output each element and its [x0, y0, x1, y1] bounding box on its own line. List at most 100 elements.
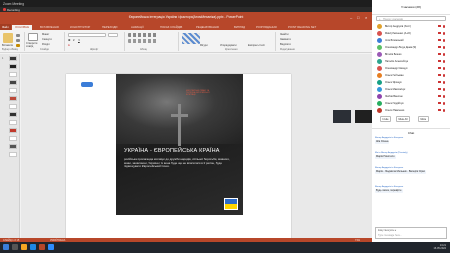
slide[interactable]: ЄВРОПЕЙСЬКЕ ПРАВО ТА ПОЛІТИКА ЄВРОПЕЙСЬК…: [66, 74, 291, 242]
mic-muted-icon: [443, 31, 445, 35]
clock[interactable]: 14:21 16.05.2022: [433, 244, 446, 250]
italic-button[interactable]: К: [73, 39, 75, 42]
camera-off-icon: [438, 32, 441, 35]
paste-icon[interactable]: [3, 33, 13, 43]
minimize-icon[interactable]: –: [350, 15, 352, 20]
underline-button[interactable]: Ч: [78, 39, 80, 42]
new-slide-button[interactable]: Створити слайд: [26, 42, 40, 49]
tab-slideshow[interactable]: ПОКАЗ СЛАЙДІВ: [160, 25, 182, 29]
font-color-button[interactable]: A: [68, 44, 70, 47]
ribbon: Вставити Створити слайд Макет Скинути Ро…: [0, 30, 372, 53]
slide-thumbnail[interactable]: [9, 152, 17, 157]
participant-row[interactable]: Ольга Гейтьман: [377, 72, 447, 79]
layout-button[interactable]: Макет: [42, 33, 49, 36]
paste-button[interactable]: Вставити: [2, 44, 13, 47]
cut-icon[interactable]: [16, 34, 20, 37]
slide-thumbnail[interactable]: [9, 96, 17, 101]
replace-button[interactable]: Замінити: [280, 38, 291, 41]
search-icon[interactable]: [12, 244, 18, 250]
chat-placeholder: Type message here...: [378, 234, 403, 237]
quick-styles-button[interactable]: Експрес-стилі: [248, 44, 265, 47]
select-button[interactable]: Виділити: [280, 43, 291, 46]
slide-title[interactable]: УКРАЇНА - ЄВРОПЕЙСЬКА КРАЇНА: [124, 148, 239, 154]
slide-thumbnail[interactable]: [9, 112, 17, 117]
tab-design[interactable]: КОНСТРУКТОР: [70, 25, 90, 29]
tab-transitions[interactable]: ПЕРЕХОДИ: [102, 25, 117, 29]
file-explorer-icon[interactable]: [21, 244, 27, 250]
search-input[interactable]: ⌕ Пошук учасників: [376, 16, 446, 21]
section-button[interactable]: Розділ: [42, 43, 50, 46]
tab-point-reading[interactable]: POINT READING SET: [288, 25, 316, 29]
tab-review-2[interactable]: РОЗГЛЯДАННЯ: [256, 25, 277, 29]
cross-shape: [171, 114, 188, 117]
tab-review[interactable]: РЕЦЕНЗУВАННЯ: [196, 25, 219, 29]
find-button[interactable]: Знайти: [280, 33, 289, 36]
shapes-button[interactable]: Фігури: [200, 44, 208, 47]
participant-row[interactable]: Наталія Алексейчук: [377, 58, 447, 65]
chat-text: Марія Покотило: [375, 154, 396, 159]
slide-body[interactable]: російська пропаганда мотивує до дружби н…: [124, 157, 236, 169]
participant-row[interactable]: Любов Ваштюк: [377, 93, 447, 100]
slide-thumbnail[interactable]: [9, 64, 17, 69]
participant-row[interactable]: Matvij Левченко (A-22): [377, 30, 447, 37]
participant-row[interactable]: Ольга Максимчук: [377, 86, 447, 93]
participant-row[interactable]: Ольга Ярощук: [377, 79, 447, 86]
chat-recipient-select[interactable]: Кому: Everyone ▾: [378, 229, 396, 232]
slide-thumbnail[interactable]: [9, 72, 17, 77]
avatar: [377, 87, 382, 92]
participant-row[interactable]: Віктор Андрухів (Хост): [377, 23, 447, 30]
slide-thumbnail[interactable]: [9, 88, 17, 93]
video-thumbnail[interactable]: [333, 110, 351, 123]
align-icons[interactable]: [128, 39, 158, 43]
zoom-icon[interactable]: [48, 244, 54, 250]
slide-thumbnail[interactable]: [9, 56, 17, 61]
slide-thumbnail[interactable]: [9, 80, 17, 85]
bold-button[interactable]: Ж: [68, 39, 70, 42]
participant-row[interactable]: Олександр Свищук: [377, 65, 447, 72]
arrange-button[interactable]: Упорядкувати: [220, 44, 237, 47]
avatar: [377, 38, 382, 43]
slide-thumbnail[interactable]: [9, 136, 17, 141]
browser-icon[interactable]: [30, 244, 36, 250]
close-icon[interactable]: ×: [365, 15, 367, 20]
font-name-select[interactable]: [68, 33, 106, 37]
participant-row[interactable]: Олеся Павленко: [377, 107, 447, 114]
camera-off-icon: [438, 81, 441, 84]
camera-off-icon: [438, 39, 441, 42]
group-drawing: Креслення: [225, 48, 238, 51]
new-slide-icon[interactable]: [28, 33, 38, 41]
font-size-select[interactable]: [108, 33, 118, 37]
tab-insert[interactable]: ВСТАВЛЕННЯ: [40, 25, 59, 29]
slide-thumbnail[interactable]: [9, 104, 17, 109]
start-icon[interactable]: [3, 244, 9, 250]
slide-thumbnail[interactable]: [9, 120, 17, 125]
more-button[interactable]: More: [418, 116, 429, 122]
chat-text: Alla Олена: [375, 139, 390, 144]
chat-title: Chat: [407, 130, 415, 135]
maximize-icon[interactable]: □: [357, 15, 359, 20]
format-painter-icon[interactable]: [16, 44, 20, 47]
slide-thumbnail[interactable]: [9, 128, 17, 133]
copy-icon[interactable]: [16, 39, 20, 42]
powerpoint-icon[interactable]: [39, 244, 45, 250]
mute-all-button[interactable]: Mute All: [396, 116, 410, 122]
reset-button[interactable]: Скинути: [42, 38, 52, 41]
avatar: [377, 108, 382, 113]
slide-thumbnail[interactable]: [9, 144, 17, 149]
camera-off-icon: [438, 25, 441, 28]
participants-panel: Учасники (28) ⌕ Пошук учасників Віктор А…: [372, 0, 450, 242]
participant-row[interactable]: Олександр Ліщук Дема (Я): [377, 44, 447, 51]
participant-row[interactable]: Віталія Бишко: [377, 51, 447, 58]
chat-input[interactable]: Кому: Everyone ▾ Type message here...: [375, 227, 447, 239]
mic-muted-icon: [443, 80, 445, 84]
tab-animations[interactable]: АНІМАЦІЇ: [131, 25, 143, 29]
avatar: [377, 73, 382, 78]
participant-row[interactable]: Ілля Білинський: [377, 37, 447, 44]
shapes-gallery[interactable]: [182, 33, 200, 44]
slide-button[interactable]: [81, 82, 93, 87]
invite-button[interactable]: Invite: [380, 116, 391, 122]
chat-message: Віктор Андрухів to Everyone Марія - Людм…: [375, 167, 447, 174]
tab-view[interactable]: ВИГЛЯД: [234, 25, 245, 29]
list-icons[interactable]: [128, 33, 158, 37]
participant-row[interactable]: Ольга Гордійчук: [377, 100, 447, 107]
